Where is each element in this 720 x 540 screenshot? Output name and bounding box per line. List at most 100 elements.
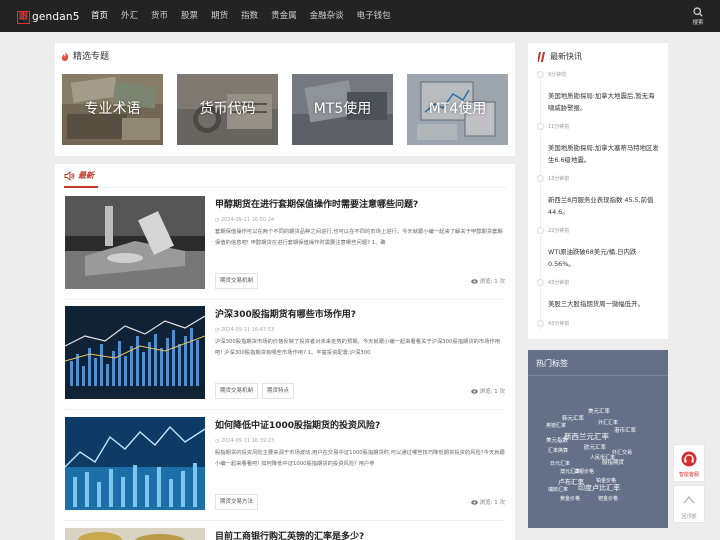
timeline-dot [537,320,544,327]
nav-item-finance-talk[interactable]: 金融杂谈 [310,0,344,32]
hot-tag[interactable]: 印度卢比汇率 [578,483,620,493]
timeline-dot [537,279,544,286]
hot-tag[interactable]: 股指期货 [602,458,624,466]
timeline-line [540,73,541,331]
nav-item-forex[interactable]: 外汇 [121,0,138,32]
smart-service-button[interactable]: 智能客服 [673,444,705,482]
article-time: ◷ 2024-09-11 16:50:24 [215,217,275,223]
arrow-up-icon [683,495,695,504]
timeline-dot [537,227,544,234]
article-image [65,528,205,540]
featured-topics-panel: 精选专题 专业术语 货币代码 MT5使用 MT4使用 [55,43,515,156]
hot-tag[interactable]: 黄金价格 [560,495,580,502]
flash-time: 43分钟前 [548,280,570,286]
topic-label: 货币代码 [199,101,256,117]
site-logo[interactable]: 跟 gendan5 [17,9,80,25]
article-excerpt: 沪深300股指期货市场的价格反映了投资者对未来走势的预期。今天就跟小编一起来看看… [215,339,501,356]
article-image [65,417,205,510]
top-navigation-bar: 跟 gendan5 首页 外汇 货币 股票 期货 指数 贵金属 金融杂谈 电子钱… [0,0,720,32]
eye-icon [470,388,478,394]
nav-item-ewallet[interactable]: 电子钱包 [357,0,391,32]
topic-card-mt5[interactable]: MT5使用 [292,74,393,145]
article-tag[interactable]: 期货交易机制 [215,383,259,399]
nav-item-home[interactable]: 首页 [91,0,108,32]
header-underline [64,186,98,188]
flash-news-panel: 最新快讯 9分钟前 美国地质勘探局:加拿大地震后,暂无海啸威胁警报。 11分钟前… [528,43,668,339]
nav-item-futures[interactable]: 期货 [211,0,228,32]
speaker-icon [64,170,75,181]
article-time: ◷ 2024-09-11 16:39:23 [215,438,275,444]
article-thumbnail[interactable] [65,528,205,540]
latest-header: 最新 [64,170,94,181]
hot-tag[interactable]: 英镑汇率 [546,422,566,429]
logo-mark: 跟 [17,10,30,24]
search-button[interactable]: 搜索 [688,7,708,26]
flash-time: 13分钟前 [548,176,570,182]
hot-tag[interactable]: 韩元汇率 [562,414,584,422]
hot-tags-panel: 热门标签 美元汇率 韩元汇率 外汇汇率 新西兰元汇率 港币汇率 英镑汇率 美元指… [528,350,668,528]
flash-item-text[interactable]: 美国地质勘探局:加拿大塞蒂马特地区发生6.6级地震。 [548,142,660,166]
eye-icon [470,278,478,284]
article-views: 浏览: 1 次 [470,498,505,506]
hot-tag[interactable]: 瑞郎汇率 [548,486,568,493]
nav-item-currency[interactable]: 货币 [151,0,168,32]
article-tags: 期货交易机制 期货特点 [215,383,298,399]
eye-icon [470,499,478,505]
hot-tag[interactable]: 美元指数 [546,436,568,444]
article-thumbnail[interactable] [65,306,205,399]
flash-time: 11分钟前 [548,124,570,130]
hot-tag[interactable]: 欧元汇率 [584,443,606,451]
flash-item-text[interactable]: 美股三大股指期货周一微幅低开。 [548,298,660,310]
flash-time: 22分钟前 [548,228,570,234]
main-nav: 首页 外汇 货币 股票 期货 指数 贵金属 金融杂谈 电子钱包 [91,0,404,32]
hot-tag[interactable]: 美元汇率 [588,407,610,415]
header-divider [64,187,506,188]
hot-tag[interactable]: 日元汇率 [550,460,570,467]
article-item: 沪深300股指期货有哪些市场作用? ◷ 2024-09-11 16:47:53 … [65,306,505,406]
timeline-dot [537,123,544,130]
hot-tag[interactable]: 新西兰元汇率 [564,431,609,442]
article-thumbnail[interactable] [65,196,205,289]
nav-item-index[interactable]: 指数 [241,0,258,32]
article-views: 浏览: 1 次 [470,387,505,395]
hot-tags-title: 热门标签 [536,359,568,368]
nav-item-stocks[interactable]: 股票 [181,0,198,32]
hot-tag[interactable]: 外汇汇率 [598,419,618,426]
hot-tag[interactable]: 港币汇率 [614,426,636,434]
article-title[interactable]: 目前工商银行购汇英镑的汇率是多少? [215,529,364,540]
article-divider [65,520,505,521]
topic-card-mt4[interactable]: MT4使用 [407,74,508,145]
hot-tag[interactable]: 钯金价格 [598,495,618,502]
timeline-dot [537,71,544,78]
article-views: 浏览: 1 次 [470,277,505,285]
article-image [65,306,205,399]
flash-bars-icon [538,51,545,62]
topic-card-currency-code[interactable]: 货币代码 [177,74,278,145]
article-tag[interactable]: 期货交易机制 [215,273,259,289]
article-tag[interactable]: 期货特点 [262,383,295,399]
article-title[interactable]: 沪深300股指期货有哪些市场作用? [215,307,356,320]
article-title[interactable]: 甲醇期货在进行套期保值操作时需要注意哪些问题? [215,197,418,210]
back-to-top-button[interactable]: 回顶部 [673,485,705,523]
article-image [65,196,205,289]
article-thumbnail[interactable] [65,417,205,510]
article-excerpt: 股指期货的投资风险主要来源于市场波动,用户在交易中证1000股指期货时,可以通过… [215,450,505,467]
article-item: 目前工商银行购汇英镑的汇率是多少? [65,528,505,540]
flash-item-text[interactable]: 新西兰8月服务业表现指数 45.5,前值44.6。 [548,194,660,218]
hot-tag[interactable]: 白银价格 [574,468,594,475]
article-divider [65,409,505,410]
article-item: 甲醇期货在进行套期保值操作时需要注意哪些问题? ◷ 2024-09-11 16:… [65,196,505,296]
nav-item-precious-metals[interactable]: 贵金属 [271,0,297,32]
article-item: 如何降低中证1000股指期货的投资风险? ◷ 2024-09-11 16:39:… [65,417,505,517]
topic-card-terminology[interactable]: 专业术语 [62,74,163,145]
article-tag[interactable]: 期货交易方法 [215,494,259,510]
flash-item-text[interactable]: 美国地质勘探局:加拿大地震后,暂无海啸威胁警报。 [548,90,660,114]
hot-tag[interactable]: 铂金价格 [596,477,616,484]
hot-tag[interactable]: 汇率换算 [548,447,568,454]
flash-item-text[interactable]: WTI原油跌破68美元/桶,日内跌0.56%。 [548,246,660,270]
article-title[interactable]: 如何降低中证1000股指期货的投资风险? [215,418,380,431]
hot-tags-divider [528,375,668,376]
article-excerpt: 套期保值操作可以在两个不同的期货品种之间进行,也可以在不同的市场上进行。今天就跟… [215,229,503,246]
article-time: ◷ 2024-09-11 16:47:53 [215,327,275,333]
flash-time: 9分钟前 [548,72,567,78]
